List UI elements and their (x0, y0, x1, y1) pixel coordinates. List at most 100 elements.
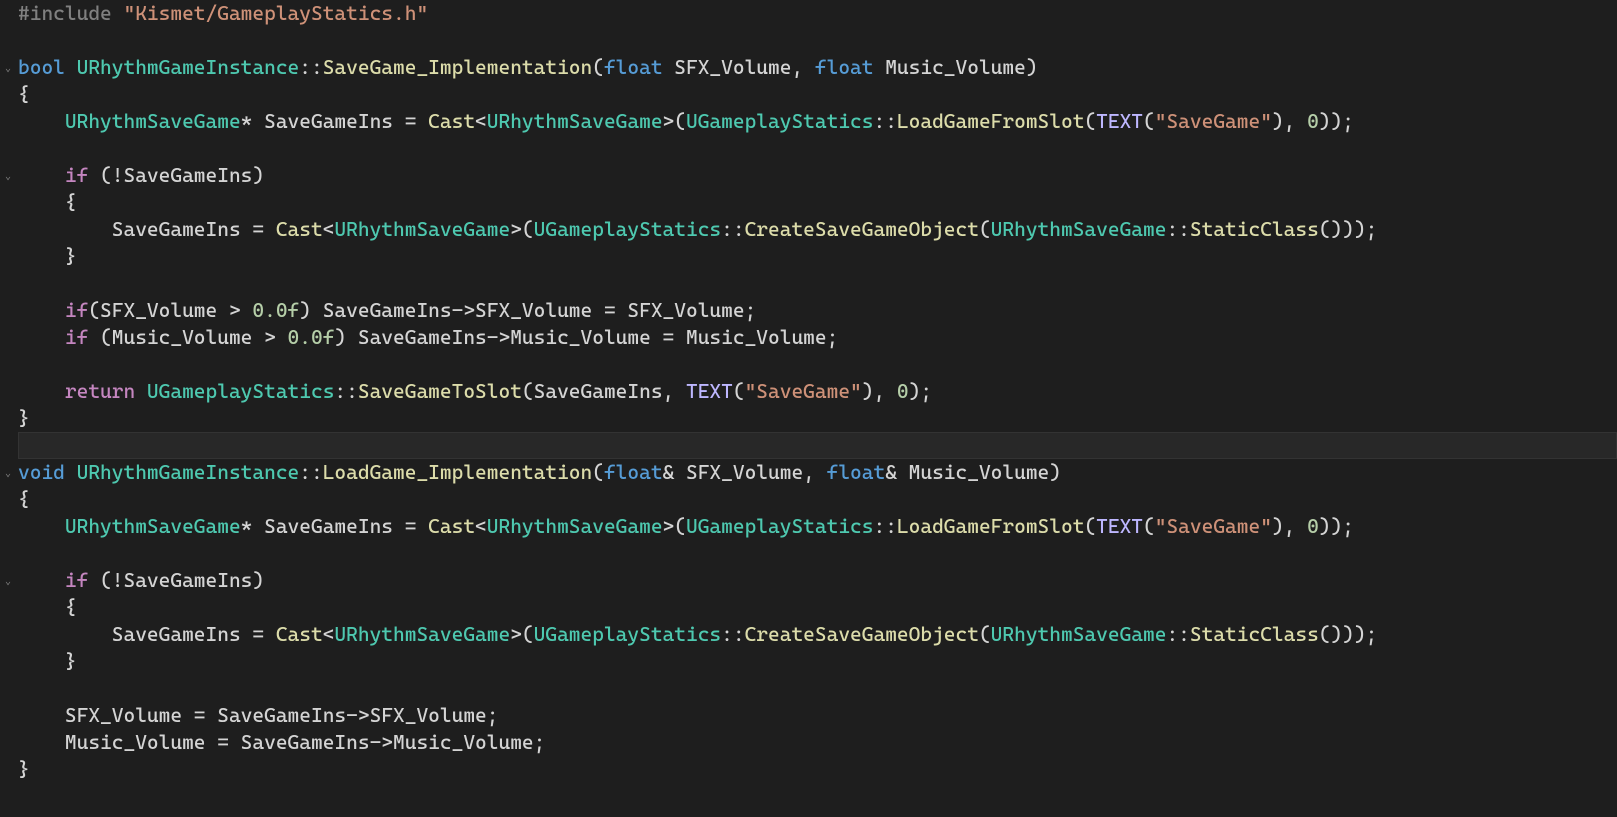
code-token: Music_Volume (909, 460, 1050, 484)
code-token: SFX_Volume (100, 298, 229, 322)
code-line[interactable]: URhythmSaveGame* SaveGameIns = Cast<URhy… (18, 108, 1617, 135)
code-line[interactable] (18, 675, 1617, 702)
code-token: ( (1084, 514, 1096, 538)
code-token: SaveGameIns (18, 622, 252, 646)
code-token: CreateSaveGameObject (745, 622, 979, 646)
code-token: URhythmSaveGame (65, 514, 241, 538)
code-line[interactable]: } (18, 243, 1617, 270)
code-token: SaveGameIns (241, 730, 370, 754)
code-area[interactable]: #include "Kismet/GameplayStatics.h" bool … (16, 0, 1617, 817)
code-token: { (18, 82, 30, 106)
code-token: ) (252, 163, 264, 187)
code-token: (! (100, 568, 123, 592)
code-token: "SaveGame" (1155, 514, 1272, 538)
code-token: Music_Volume (18, 730, 217, 754)
code-token: URhythmSaveGame (334, 622, 510, 646)
code-token: 0 (1307, 109, 1319, 133)
code-token: return (65, 379, 135, 403)
code-token: > (264, 325, 287, 349)
code-line[interactable]: { (18, 81, 1617, 108)
code-token (18, 163, 65, 187)
code-token: LoadGame_Implementation (323, 460, 593, 484)
code-line[interactable] (18, 540, 1617, 567)
code-line[interactable]: void URhythmGameInstance::LoadGame_Imple… (18, 459, 1617, 486)
code-line[interactable] (18, 135, 1617, 162)
code-token: TEXT (1096, 109, 1143, 133)
code-token: * (241, 514, 264, 538)
code-line[interactable]: } (18, 648, 1617, 675)
code-token: { (18, 487, 30, 511)
code-line[interactable] (18, 270, 1617, 297)
code-line[interactable]: bool URhythmGameInstance::SaveGame_Imple… (18, 54, 1617, 81)
code-line[interactable]: if (!SaveGameIns) (18, 567, 1617, 594)
code-token: Music_Volume (393, 730, 534, 754)
code-editor[interactable]: ⌄ ⌄ ⌄ ⌄ #include "Kismet/GameplayStatics.h"… (0, 0, 1617, 817)
code-line[interactable] (18, 27, 1617, 54)
code-token: #include (18, 1, 123, 25)
code-token: { (65, 190, 77, 214)
code-line[interactable]: } (18, 756, 1617, 783)
code-token: URhythmSaveGame (487, 514, 663, 538)
code-line[interactable]: } (18, 405, 1617, 432)
fold-toggle-icon[interactable]: ⌄ (2, 170, 14, 182)
code-token: ())); (1319, 217, 1378, 241)
code-token: SFX_Volume (627, 298, 744, 322)
code-token: URhythmSaveGame (991, 217, 1167, 241)
code-line[interactable]: if (!SaveGameIns) (18, 162, 1617, 189)
code-token: ) (1026, 55, 1038, 79)
code-line[interactable]: URhythmSaveGame* SaveGameIns = Cast<URhy… (18, 513, 1617, 540)
code-token: 0 (1307, 514, 1319, 538)
code-token: & (885, 460, 908, 484)
code-token: >( (663, 514, 686, 538)
code-line[interactable]: SaveGameIns = Cast<URhythmSaveGame>(UGam… (18, 216, 1617, 243)
code-line[interactable]: if (Music_Volume > 0.0f) SaveGameIns->Mu… (18, 324, 1617, 351)
code-token: -> (370, 730, 393, 754)
code-token: TEXT (1096, 514, 1143, 538)
code-token: SaveGameToSlot (358, 379, 522, 403)
code-token: 0.0f (252, 298, 299, 322)
code-line[interactable]: SFX_Volume = SaveGameIns->SFX_Volume; (18, 702, 1617, 729)
fold-gutter[interactable]: ⌄ ⌄ ⌄ ⌄ (0, 0, 16, 817)
code-token: = (217, 730, 240, 754)
code-token: } (65, 244, 77, 268)
code-token: Music_Volume (686, 325, 827, 349)
code-token: UGameplayStatics (534, 622, 722, 646)
fold-toggle-icon[interactable]: ⌄ (2, 467, 14, 479)
code-token: < (323, 622, 335, 646)
fold-toggle-icon[interactable]: ⌄ (2, 575, 14, 587)
code-token: ); (909, 379, 932, 403)
code-token: = (604, 298, 627, 322)
code-token: ) (334, 325, 357, 349)
code-token: ) (1049, 460, 1061, 484)
code-token: StaticClass (1190, 622, 1319, 646)
code-token: :: (873, 514, 896, 538)
code-line[interactable]: { (18, 486, 1617, 513)
code-token: SaveGameIns (264, 109, 405, 133)
code-token (18, 109, 65, 133)
code-line[interactable]: SaveGameIns = Cast<URhythmSaveGame>(UGam… (18, 621, 1617, 648)
code-line[interactable] (18, 351, 1617, 378)
code-token: SFX_Volume (18, 703, 194, 727)
code-token: URhythmSaveGame (334, 217, 510, 241)
code-line[interactable] (18, 432, 1617, 459)
fold-toggle-icon[interactable]: ⌄ (2, 62, 14, 74)
code-line[interactable]: #include "Kismet/GameplayStatics.h" (18, 0, 1617, 27)
code-line[interactable]: Music_Volume = SaveGameIns->Music_Volume… (18, 729, 1617, 756)
code-token: ), (1272, 109, 1307, 133)
code-token: Music_Volume (510, 325, 662, 349)
code-token: > (229, 298, 252, 322)
code-token (18, 514, 65, 538)
code-token: (! (100, 163, 123, 187)
code-token: ) (299, 298, 322, 322)
code-token: SFX_Volume (475, 298, 604, 322)
code-token: Cast (428, 109, 475, 133)
code-line[interactable]: if(SFX_Volume > 0.0f) SaveGameIns->SFX_V… (18, 297, 1617, 324)
code-line[interactable]: return UGameplayStatics::SaveGameToSlot(… (18, 378, 1617, 405)
code-token: float (815, 55, 874, 79)
code-token: ( (979, 622, 991, 646)
code-token: ( (1143, 514, 1155, 538)
code-line[interactable]: { (18, 594, 1617, 621)
code-line[interactable]: { (18, 189, 1617, 216)
code-token: :: (1166, 622, 1189, 646)
code-token: = (252, 622, 275, 646)
